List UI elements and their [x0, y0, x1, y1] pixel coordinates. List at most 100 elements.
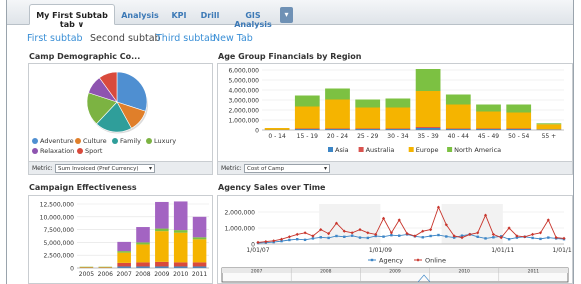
y-tick-label: 2,500,000 — [43, 253, 74, 260]
x-tick-label: 1/01/12 — [552, 247, 572, 254]
legend-family: Family — [112, 137, 141, 145]
bar-segment-australia — [476, 128, 501, 129]
camp-demographic-metric-select[interactable]: Sum Invoiced (Pref Currency) ▾ — [55, 164, 155, 173]
chevron-down-icon: ▾ — [284, 10, 289, 19]
x-tick-label: 30 - 34 — [387, 133, 408, 140]
legend-swatch — [358, 147, 364, 152]
data-point-agency — [296, 238, 299, 241]
legend-swatch — [408, 147, 414, 152]
data-point-agency — [335, 234, 338, 238]
bar-segment-australia — [325, 128, 350, 129]
bar-segment — [173, 232, 188, 263]
data-point-online — [429, 228, 433, 232]
bar-segment-north-america — [355, 99, 381, 108]
bar-segment — [117, 262, 131, 267]
tab-drill[interactable]: Drill — [195, 4, 225, 25]
metric-label: Metric: — [32, 165, 53, 172]
tab-kpi[interactable]: KPI — [165, 4, 193, 25]
bar-segment-north-america — [506, 104, 532, 113]
bar-segment — [192, 216, 207, 238]
dropdown-arrow-icon: ▾ — [323, 165, 327, 172]
x-tick-label: 1/01/07 — [246, 247, 269, 254]
x-tick-label: 40 - 44 — [448, 133, 469, 140]
campaign-effectiveness-title: Campaign Effectiveness — [29, 183, 137, 192]
legend-swatch — [328, 147, 333, 152]
legend-dot — [32, 148, 38, 154]
tab-analysis[interactable]: Analysis — [117, 4, 163, 25]
data-point-agency — [398, 234, 401, 237]
x-tick-label: 2009 — [154, 271, 169, 278]
data-point-agency — [382, 235, 385, 238]
dashboard-tab-bar: My First Subtab tab ∨ Analysis KPI Drill… — [7, 0, 573, 29]
y-tick-label: 7,500,000 — [43, 227, 74, 234]
age-group-metric-select[interactable]: Cost of Camp ▾ — [244, 164, 330, 173]
bar-segment-europe — [506, 112, 532, 129]
bar-segment-australia — [445, 128, 471, 129]
data-point-online — [531, 232, 535, 236]
y-tick-label: 2,000,000 — [228, 108, 259, 115]
bar-segment — [98, 266, 113, 268]
timeline-year-label: 2007 — [251, 269, 263, 275]
x-tick-label: 2010 — [173, 271, 188, 278]
timeline-year-label: 2011 — [528, 269, 540, 275]
tab-my-first-subtab[interactable]: My First Subtab tab ∨ — [29, 4, 115, 29]
legend-dot — [32, 138, 38, 144]
timeline-year-label: 2009 — [389, 269, 401, 275]
bar-segment — [155, 201, 169, 229]
bar-segment — [192, 262, 207, 267]
x-tick-label: 2005 — [79, 271, 94, 278]
data-point-online — [303, 231, 307, 235]
legend-culture: Culture — [75, 137, 107, 145]
bar-segment-australia — [506, 128, 532, 129]
bar-segment-north-america — [445, 94, 471, 105]
data-point-agency — [437, 233, 440, 237]
legend-dot — [112, 138, 118, 144]
timeline-year-label: 2008 — [320, 269, 332, 275]
subtab-third[interactable]: Third subtab — [156, 33, 216, 44]
age-group-title: Age Group Financials by Region — [218, 52, 362, 61]
tab-more-button[interactable]: ▾ — [280, 7, 293, 23]
subtab-first[interactable]: First subtab — [27, 33, 83, 44]
subtab-new-tab[interactable]: New Tab — [213, 33, 253, 44]
y-tick-label: 2,000,000 — [224, 210, 255, 217]
bar-segment-north-america — [476, 104, 501, 112]
y-tick-label: 0 — [255, 128, 259, 135]
data-point-agency — [350, 234, 354, 237]
bar-segment-europe — [355, 107, 381, 129]
data-point-agency — [343, 235, 346, 238]
bar-segment — [155, 231, 169, 262]
bar-segment-australia — [385, 128, 411, 129]
bar-segment-europe — [415, 91, 441, 127]
bar-segment-europe — [294, 106, 320, 129]
x-tick-label: 1/01/11 — [491, 247, 514, 254]
y-tick-label: 10,000,000 — [40, 214, 75, 221]
agency-sales-panel: 2,000,000 1,000,000 0 1/01/07 1/01/09 1/01/11… — [217, 195, 573, 284]
data-point-agency — [429, 234, 432, 238]
legend-label-north-america: North America — [454, 146, 501, 154]
bar-segment — [79, 266, 94, 268]
data-point-agency — [445, 235, 448, 238]
subtab-second[interactable]: Second subtab — [90, 33, 161, 44]
x-tick-label: 45 - 49 — [478, 133, 499, 140]
x-tick-label: 55 + — [542, 133, 557, 140]
age-group-bar-chart: 6,000,000 5,000,000 4,000,000 3,000,000 2,00… — [228, 68, 564, 154]
legend-relaxation: Relaxation — [32, 147, 74, 155]
y-tick-label: 5,000,000 — [43, 240, 74, 247]
data-point-agency — [288, 238, 291, 242]
x-tick-label: 15 - 19 — [297, 133, 318, 140]
legend-dot — [75, 138, 81, 144]
camp-demographic-pie-chart — [86, 71, 148, 134]
legend-label-online: Online — [425, 257, 446, 265]
data-point-agency — [358, 236, 362, 239]
data-point-agency — [421, 236, 424, 239]
bar-segment — [192, 239, 207, 263]
data-point-agency — [366, 236, 370, 240]
legend-label-europe: Europe — [416, 146, 439, 154]
data-point-agency — [484, 237, 487, 240]
y-tick-label: 4,000,000 — [228, 88, 259, 95]
tab-gis-analysis[interactable]: GIS Analysis — [227, 4, 279, 29]
y-tick-label: 5,000,000 — [228, 78, 259, 85]
dashboard-frame: My First Subtab tab ∨ Analysis KPI Drill… — [6, 0, 574, 284]
camp-demographic-metric-bar: Metric: Sum Invoiced (Pref Currency) ▾ — [29, 161, 212, 174]
age-group-metric-bar: Metric: Cost of Camp ▾ — [218, 161, 572, 174]
